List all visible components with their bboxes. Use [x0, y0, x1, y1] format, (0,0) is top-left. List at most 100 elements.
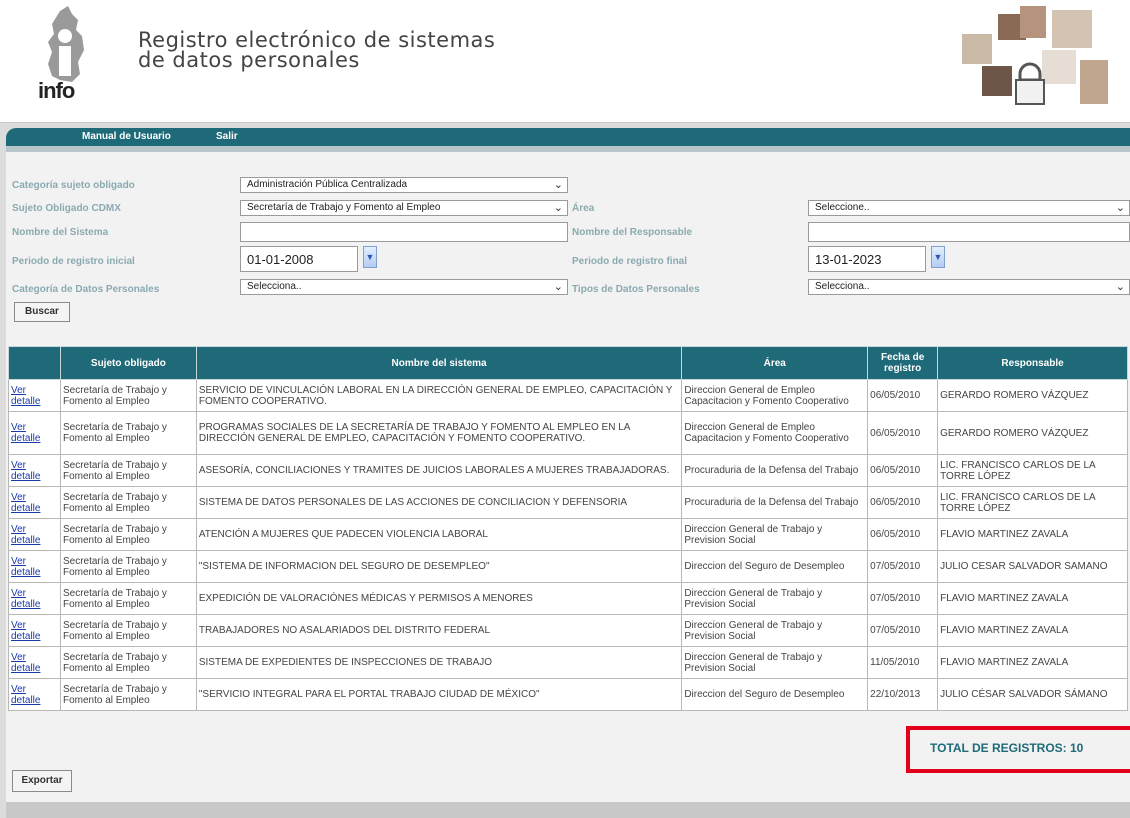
col-header-sistema: Nombre del sistema	[195, 346, 683, 380]
categoria-sujeto-select[interactable]: Administración Pública Centralizada ⌄	[240, 177, 568, 193]
ver-detalle-link[interactable]: Ver detalle	[11, 422, 40, 444]
col-header-responsable: Responsable	[937, 346, 1128, 380]
cell-sujeto: Secretaría de Trabajo y Fomento al Emple…	[59, 518, 197, 551]
cell-fecha: 07/05/2010	[867, 550, 939, 583]
tipos-datos-select[interactable]: Selecciona.. ⌄	[808, 279, 1130, 295]
table-row: Ver detalle Secretaría de Trabajo y Fomen…	[8, 379, 1128, 412]
periodo-final-label: Periodo de registro final	[572, 256, 688, 267]
footer-bar	[6, 802, 1130, 818]
ver-detalle-link[interactable]: Ver detalle	[11, 385, 40, 407]
chevron-down-icon: ⌄	[553, 281, 563, 293]
cell-responsable: JULIO CESAR SALVADOR SAMANO	[937, 550, 1128, 583]
cell-responsable: JULIO CÉSAR SALVADOR SÁMANO	[937, 678, 1128, 711]
cell-area: Procuraduria de la Defensa del Trabajo	[681, 454, 869, 487]
cell-area: Direccion del Seguro de Desempleo	[681, 678, 869, 711]
cell-responsable: FLAVIO MARTINEZ ZAVALA	[937, 518, 1128, 551]
table-row: Ver detalle Secretaría de Trabajo y Fomen…	[8, 678, 1128, 711]
cell-sistema: "SISTEMA DE INFORMACION DEL SEGURO DE DE…	[195, 550, 683, 583]
cell-sistema: TRABAJADORES NO ASALARIADOS DEL DISTRITO…	[195, 614, 683, 647]
table-row: Ver detalle Secretaría de Trabajo y Fomen…	[8, 582, 1128, 615]
ver-detalle-link[interactable]: Ver detalle	[11, 652, 40, 674]
chevron-down-icon: ⌄	[1115, 281, 1125, 293]
table-header-row: Sujeto obligado Nombre del sistema Área …	[8, 346, 1128, 380]
top-navbar: Manual de Usuario Salir	[6, 128, 1130, 146]
ver-detalle-link[interactable]: Ver detalle	[11, 684, 40, 706]
ver-detalle-link[interactable]: Ver detalle	[11, 556, 40, 578]
cell-sistema: SISTEMA DE EXPEDIENTES DE INSPECCIONES D…	[195, 646, 683, 679]
cell-sistema: ATENCIÓN A MUJERES QUE PADECEN VIOLENCIA…	[195, 518, 683, 551]
site-title-line-2: de datos personales	[138, 48, 360, 72]
cell-sistema: EXPEDICIÓN DE VALORACIÓNES MÉDICAS Y PER…	[195, 582, 683, 615]
cell-sujeto: Secretaría de Trabajo y Fomento al Emple…	[59, 454, 197, 487]
cell-sujeto: Secretaría de Trabajo y Fomento al Emple…	[59, 379, 197, 412]
ver-detalle-link[interactable]: Ver detalle	[11, 492, 40, 514]
ver-detalle-link[interactable]: Ver detalle	[11, 620, 40, 642]
sujeto-obligado-select[interactable]: Secretaría de Trabajo y Fomento al Emple…	[240, 200, 568, 216]
chevron-down-icon: ⌄	[553, 202, 563, 214]
cell-area: Procuraduria de la Defensa del Trabajo	[681, 486, 869, 519]
categoria-sujeto-label: Categoría sujeto obligado	[12, 180, 135, 191]
cell-responsable: GERARDO ROMERO VÁZQUEZ	[937, 411, 1128, 455]
ver-detalle-link[interactable]: Ver detalle	[11, 588, 40, 610]
chevron-down-icon: ⌄	[553, 179, 563, 191]
logo-text: info	[38, 78, 75, 103]
cell-sistema: SERVICIO DE VINCULACIÓN LABORAL EN LA DI…	[195, 379, 683, 412]
table-row: Ver detalle Secretaría de Trabajo y Fomen…	[8, 550, 1128, 583]
buscar-button[interactable]: Buscar	[14, 302, 70, 322]
cell-fecha: 11/05/2010	[867, 646, 939, 679]
cell-area: Direccion General de Empleo Capacitacion…	[681, 411, 869, 455]
salir-link[interactable]: Salir	[216, 131, 238, 142]
area-select[interactable]: Seleccione.. ⌄	[808, 200, 1130, 216]
nombre-sistema-label: Nombre del Sistema	[12, 227, 109, 238]
cell-responsable: FLAVIO MARTINEZ ZAVALA	[937, 582, 1128, 615]
ver-detalle-link[interactable]: Ver detalle	[11, 460, 40, 482]
cell-fecha: 06/05/2010	[867, 454, 939, 487]
periodo-inicial-input[interactable]: 01-01-2008	[240, 246, 358, 272]
cell-sistema: ASESORÍA, CONCILIACIONES Y TRAMITES DE J…	[195, 454, 683, 487]
chevron-down-icon: ⌄	[1115, 202, 1125, 214]
results-table: Sujeto obligado Nombre del sistema Área …	[8, 346, 1128, 711]
periodo-inicial-label: Periodo de registro inicial	[12, 256, 135, 267]
cell-area: Direccion General de Trabajo y Prevision…	[681, 582, 869, 615]
nombre-responsable-label: Nombre del Responsable	[572, 227, 693, 238]
table-row: Ver detalle Secretaría de Trabajo y Fomen…	[8, 614, 1128, 647]
manual-usuario-link[interactable]: Manual de Usuario	[82, 131, 171, 142]
cell-responsable: LIC. FRANCISCO CARLOS DE LA TORRE LÓPEZ	[937, 454, 1128, 487]
exportar-button[interactable]: Exportar	[12, 770, 72, 792]
cell-fecha: 06/05/2010	[867, 379, 939, 412]
cell-sujeto: Secretaría de Trabajo y Fomento al Emple…	[59, 646, 197, 679]
cell-sujeto: Secretaría de Trabajo y Fomento al Emple…	[59, 411, 197, 455]
cell-area: Direccion General de Trabajo y Prevision…	[681, 646, 869, 679]
site-header: info Registro electrónico de sistemas de…	[0, 0, 1130, 123]
cell-sujeto: Secretaría de Trabajo y Fomento al Emple…	[59, 486, 197, 519]
cell-responsable: GERARDO ROMERO VÁZQUEZ	[937, 379, 1128, 412]
cell-area: Direccion General de Trabajo y Prevision…	[681, 518, 869, 551]
table-row: Ver detalle Secretaría de Trabajo y Fomen…	[8, 486, 1128, 519]
nombre-sistema-input[interactable]	[240, 222, 568, 242]
cell-sistema: "SERVICIO INTEGRAL PARA EL PORTAL TRABAJ…	[195, 678, 683, 711]
periodo-final-input[interactable]: 13-01-2023	[808, 246, 926, 272]
cell-fecha: 06/05/2010	[867, 518, 939, 551]
cell-sujeto: Secretaría de Trabajo y Fomento al Emple…	[59, 582, 197, 615]
cell-sujeto: Secretaría de Trabajo y Fomento al Emple…	[59, 550, 197, 583]
ver-detalle-link[interactable]: Ver detalle	[11, 524, 40, 546]
cell-sujeto: Secretaría de Trabajo y Fomento al Emple…	[59, 614, 197, 647]
table-row: Ver detalle Secretaría de Trabajo y Fomen…	[8, 518, 1128, 551]
table-row: Ver detalle Secretaría de Trabajo y Fomen…	[8, 454, 1128, 487]
cell-responsable: FLAVIO MARTINEZ ZAVALA	[937, 614, 1128, 647]
cell-fecha: 06/05/2010	[867, 486, 939, 519]
header-photo-collage	[962, 6, 1108, 105]
nombre-responsable-input[interactable]	[808, 222, 1130, 242]
cell-fecha: 07/05/2010	[867, 582, 939, 615]
calendar-dropdown-icon[interactable]: ▼	[363, 246, 377, 268]
cell-fecha: 22/10/2013	[867, 678, 939, 711]
cell-area: Direccion General de Trabajo y Prevision…	[681, 614, 869, 647]
calendar-dropdown-icon[interactable]: ▼	[931, 246, 945, 268]
col-header-sujeto: Sujeto obligado	[59, 346, 197, 380]
sujeto-obligado-label: Sujeto Obligado CDMX	[12, 203, 121, 214]
cell-responsable: FLAVIO MARTINEZ ZAVALA	[937, 646, 1128, 679]
table-row: Ver detalle Secretaría de Trabajo y Fomen…	[8, 646, 1128, 679]
cell-sujeto: Secretaría de Trabajo y Fomento al Emple…	[59, 678, 197, 711]
categoria-datos-select[interactable]: Selecciona.. ⌄	[240, 279, 568, 295]
area-label: Área	[572, 203, 595, 214]
